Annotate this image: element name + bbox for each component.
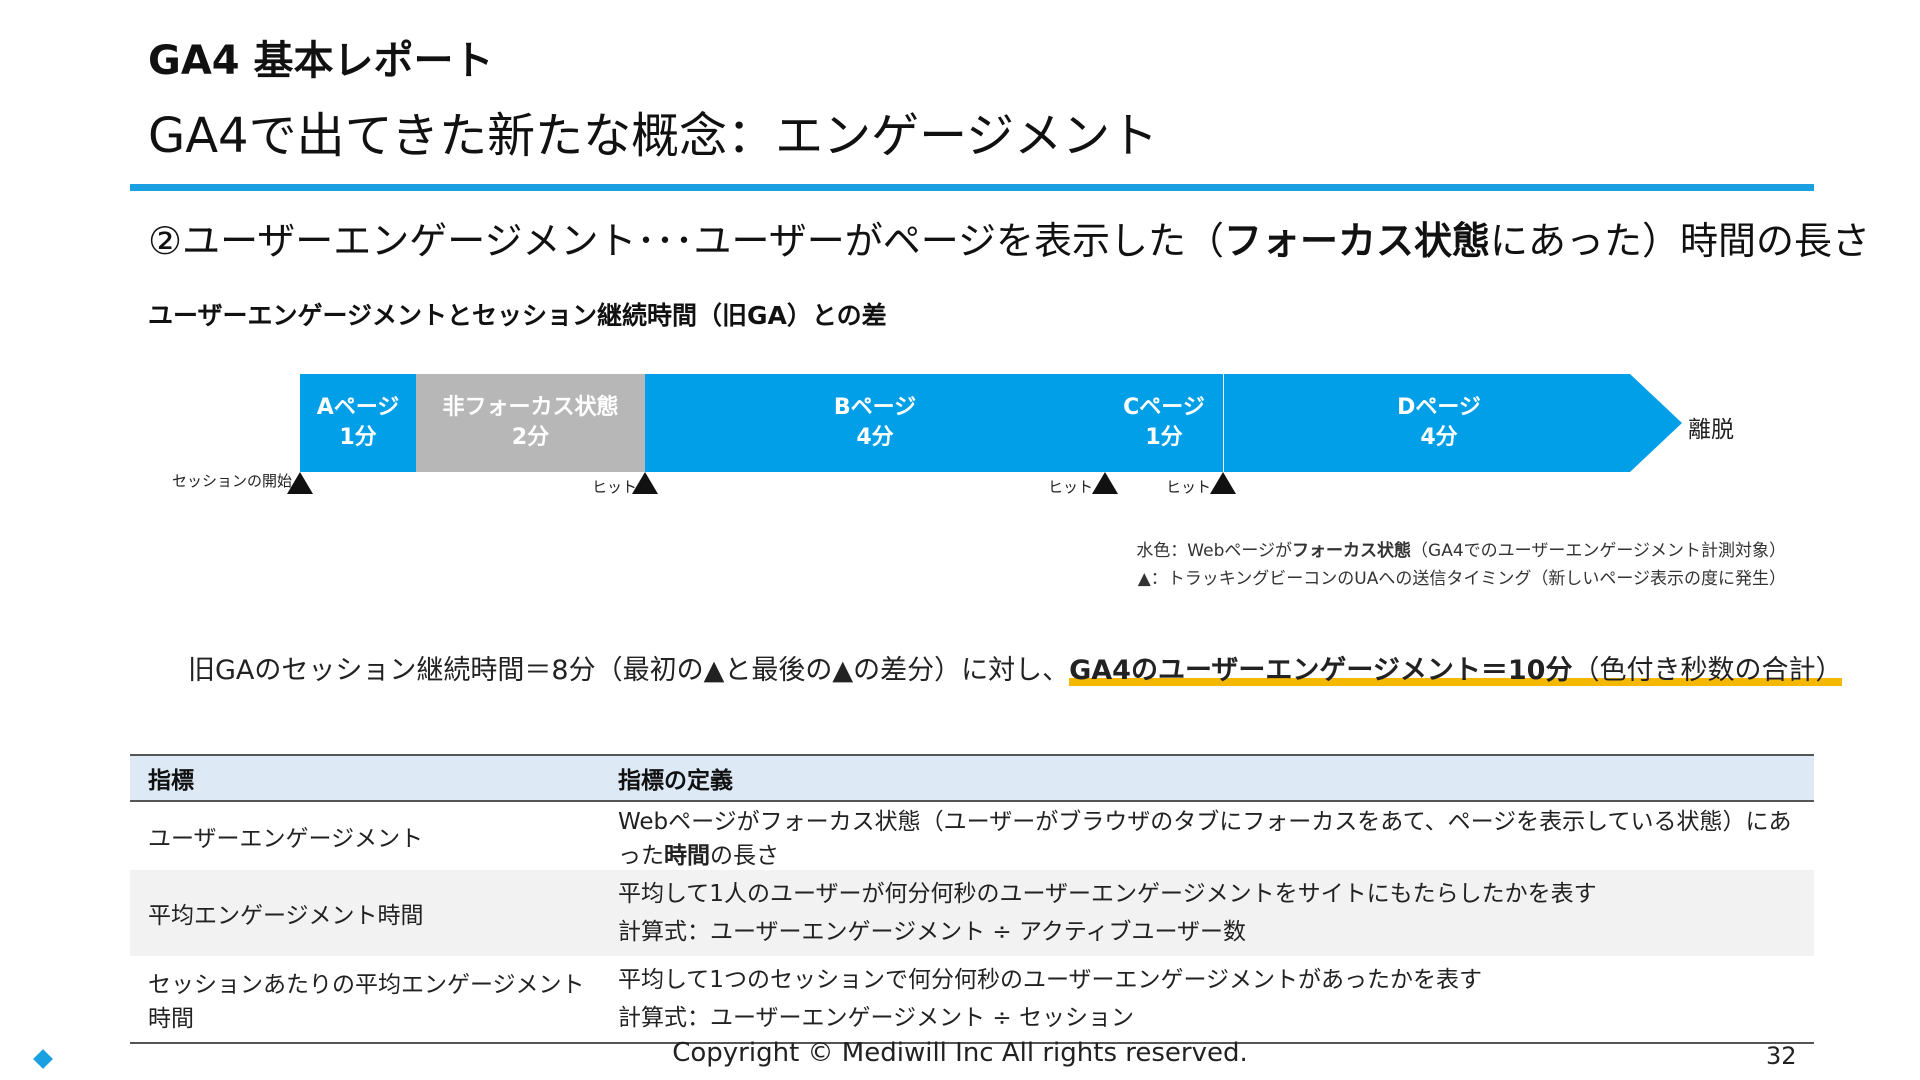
table-header-row: 指標 指標の定義	[130, 754, 1814, 802]
segment-a-page: Aページ 1分	[300, 374, 416, 472]
copyright-footer: Copyright © Mediwill Inc All rights rese…	[672, 1038, 1248, 1068]
definition-suffix: の長さ	[710, 843, 779, 869]
marker-triangle-hit2	[1092, 472, 1118, 494]
segment-d-duration: 4分	[1420, 425, 1458, 450]
table-cell-definition: Webページがフォーカス状態（ユーザーがブラウザのタブにフォーカスをあて、ページ…	[600, 801, 1814, 870]
segment-a-duration: 1分	[339, 425, 377, 450]
definition-line: 平均して1人のユーザーが何分何秒のユーザーエンゲージメントをサイトにもたらしたか…	[618, 881, 1597, 907]
definition-line: 平均して1つのセッションで何分何秒のユーザーエンゲージメントがあったかを表す	[618, 967, 1483, 993]
page-number: 32	[1766, 1042, 1797, 1070]
exit-label: 離脱	[1688, 417, 1734, 443]
segment-unfocused-duration: 2分	[511, 425, 550, 450]
table-header-metric: 指標	[130, 754, 600, 802]
segment-c-name: Cページ	[1123, 395, 1205, 420]
marker-label-hit2: ヒット	[1048, 478, 1094, 496]
segment-b-duration: 4分	[856, 425, 894, 450]
segment-unfocused-name: 非フォーカス状態	[442, 395, 619, 420]
marker-label-hit3: ヒット	[1166, 478, 1212, 496]
definition-prefix: Webページがフォーカス状態（ユーザーがブラウザのタブにフォーカスをあて、ページ…	[618, 809, 1792, 869]
segment-unfocused: 非フォーカス状態 2分	[416, 374, 645, 472]
legend-color-suffix: （GA4でのユーザーエンゲージメント計測対象）	[1411, 541, 1786, 561]
segment-b-name: Bページ	[833, 395, 917, 420]
segment-c-page: Cページ 1分	[1105, 374, 1223, 472]
legend-color-bold: フォーカス状態	[1292, 541, 1412, 561]
segment-b-page: Bページ 4分	[645, 374, 1105, 472]
table-cell-metric: 平均エンゲージメント時間	[130, 870, 600, 956]
segment-a-name: Aページ	[316, 395, 400, 420]
table-cell-definition: 平均して1人のユーザーが何分何秒のユーザーエンゲージメントをサイトにもたらしたか…	[600, 870, 1814, 956]
table-cell-metric: セッションあたりの平均エンゲージメント時間	[130, 956, 600, 1044]
segment-c-duration: 1分	[1145, 425, 1183, 450]
summary-statement: 旧GAのセッション継続時間＝8分（最初の▲と最後の▲の差分）に対し、GA4のユー…	[188, 648, 1843, 687]
summary-highlight-plain: （色付き秒数の合計）	[1572, 655, 1843, 686]
table-row: 平均エンゲージメント時間 平均して1人のユーザーが何分何秒のユーザーエンゲージメ…	[130, 870, 1814, 956]
legend-color-prefix: 水色：Webページが	[1136, 541, 1293, 561]
table-cell-metric: ユーザーエンゲージメント	[148, 826, 424, 852]
segment-d-name: Dページ	[1397, 395, 1481, 420]
summary-plain: 旧GAのセッション継続時間＝8分（最初の▲と最後の▲の差分）に対し、	[188, 655, 1070, 686]
segment-d-page: Dページ 4分	[1224, 374, 1654, 472]
table-row: ユーザーエンゲージメント Webページがフォーカス状態（ユーザーがブラウザのタブ…	[130, 801, 1814, 870]
definition-formula: 計算式：ユーザーエンゲージメント ÷ セッション	[618, 1005, 1134, 1031]
marker-label-hit1: ヒット	[592, 478, 638, 496]
definition-formula: 計算式：ユーザーエンゲージメント ÷ アクティブユーザー数	[618, 919, 1246, 945]
definition-bold: 時間	[664, 843, 710, 869]
metrics-table: 指標 指標の定義 ユーザーエンゲージメント Webページがフォーカス状態（ユーザ…	[130, 754, 1814, 1044]
table-row: セッションあたりの平均エンゲージメント時間 平均して1つのセッションで何分何秒の…	[130, 956, 1814, 1044]
marker-label-session-start: セッションの開始	[172, 472, 293, 490]
legend-color: 水色：Webページがフォーカス状態（GA4でのユーザーエンゲージメント計測対象）	[1136, 536, 1786, 561]
marker-triangle-hit3	[1210, 472, 1236, 494]
table-header-definition: 指標の定義	[600, 754, 1814, 802]
legend-triangle: ▲：トラッキングビーコンのUAへの送信タイミング（新しいページ表示の度に発生）	[1137, 569, 1786, 589]
table-cell-definition: 平均して1つのセッションで何分何秒のユーザーエンゲージメントがあったかを表す 計…	[600, 956, 1814, 1044]
summary-highlight-bold: GA4のユーザーエンゲージメント＝10分	[1069, 655, 1573, 686]
